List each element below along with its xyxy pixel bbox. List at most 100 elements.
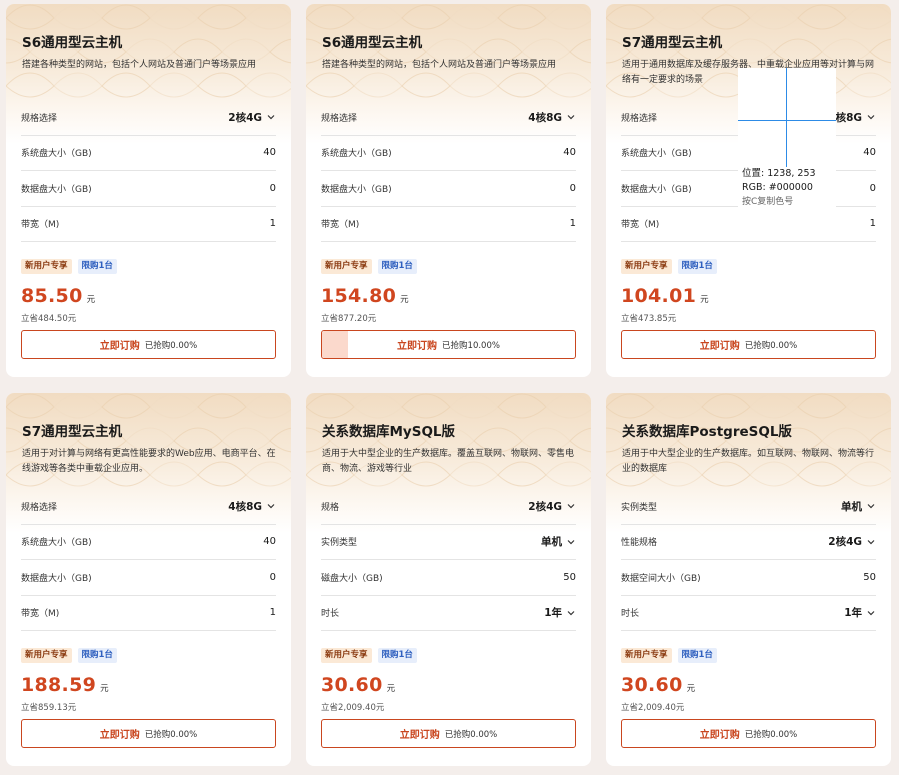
spec-label: 系统盘大小（GB) xyxy=(321,149,392,160)
spec-value-text: 40 xyxy=(263,147,276,159)
tag-group: 新用户专享 限购1台 xyxy=(621,259,717,274)
price: 154.80 元 xyxy=(321,285,409,307)
spec-select[interactable]: 单机 xyxy=(541,534,576,549)
product-card: 关系数据库PostgreSQL版 适用于中大型企业的生产数据库。如互联网、物联网… xyxy=(606,393,891,766)
spec-row[interactable]: 实例类型 单机 xyxy=(321,525,576,560)
price-value: 154.80 xyxy=(321,285,397,307)
spec-row[interactable]: 实例类型 单机 xyxy=(621,489,876,525)
spec-value: 0 xyxy=(270,572,276,583)
chevron-down-icon xyxy=(267,504,275,509)
spec-row[interactable]: 规格选择 4核8G xyxy=(321,100,576,136)
spec-row: 数据盘大小（GB) 0 xyxy=(321,171,576,207)
spec-list: 规格选择 4核8G 系统盘大小（GB) 40 数据盘大小（GB) 0 带宽（M)… xyxy=(21,489,276,631)
savings-text: 立省877.20元 xyxy=(321,314,377,324)
spec-select[interactable]: 2核4G xyxy=(828,534,876,549)
tag-group: 新用户专享 限购1台 xyxy=(21,648,117,663)
spec-select[interactable]: 2核4G xyxy=(228,110,276,125)
spec-value-text: 40 xyxy=(563,147,576,159)
chevron-down-icon xyxy=(867,610,875,616)
spec-value-text: 50 xyxy=(863,571,876,583)
new-user-tag: 新用户专享 xyxy=(621,259,672,274)
spec-row: 磁盘大小（GB) 50 xyxy=(321,560,576,596)
sold-percentage: 已抢购0.00% xyxy=(144,340,198,351)
spec-value: 1 xyxy=(570,218,576,229)
order-now-button[interactable]: 立即订购 已抢购0.00% xyxy=(621,719,876,748)
order-now-label: 立即订购 xyxy=(699,730,740,741)
spec-select[interactable]: 单机 xyxy=(841,499,876,514)
spec-value: 1 xyxy=(870,218,876,229)
spec-value-text: 40 xyxy=(263,536,276,548)
spec-value-text: 2核4G xyxy=(228,111,262,124)
purchase-limit-tag: 限购1台 xyxy=(377,648,417,663)
card-description: 搭建各种类型的网站，包括个人网站及普通门户等场景应用 xyxy=(22,60,257,70)
spec-select[interactable]: 4核8G xyxy=(528,110,576,125)
price-unit: 元 xyxy=(86,295,96,305)
spec-list: 规格选择 2核4G 系统盘大小（GB) 40 数据盘大小（GB) 0 带宽（M)… xyxy=(21,100,276,242)
spec-value-text: 4核8G xyxy=(228,500,262,513)
price-unit: 元 xyxy=(386,684,396,694)
sold-progress-fill xyxy=(322,331,348,358)
spec-row[interactable]: 规格 2核4G xyxy=(321,489,576,525)
spec-row: 数据空间大小（GB) 50 xyxy=(621,560,876,596)
card-description: 适用于对计算与网络有更高性能要求的Web应用、电商平台、在线游戏等各类中重载企业… xyxy=(22,449,276,474)
spec-row: 带宽（M) 1 xyxy=(21,596,276,631)
spec-value: 1 xyxy=(270,607,276,618)
order-now-button[interactable]: 立即订购 已抢购0.00% xyxy=(21,719,276,748)
spec-select[interactable]: 2核4G xyxy=(528,499,576,514)
savings-text: 立省484.50元 xyxy=(21,314,77,324)
spec-value-text: 单机 xyxy=(841,500,862,513)
spec-label: 带宽（M) xyxy=(21,609,60,620)
spec-select[interactable]: 1年 xyxy=(544,605,576,620)
order-now-label: 立即订购 xyxy=(397,341,438,352)
spec-value-text: 0 xyxy=(269,571,276,583)
card-description: 适用于大中型企业的生产数据库。覆盖互联网、物联网、零售电商、物流、游戏等行业 xyxy=(322,449,575,474)
spec-row: 系统盘大小（GB) 40 xyxy=(21,136,276,171)
spec-row[interactable]: 规格选择 2核4G xyxy=(21,100,276,136)
spec-row: 系统盘大小（GB) 40 xyxy=(21,525,276,560)
card-title: S7通用型云主机 xyxy=(22,424,123,440)
price: 188.59 元 xyxy=(21,674,109,696)
tag-group: 新用户专享 限购1台 xyxy=(21,259,117,274)
spec-value-text: 2核4G xyxy=(828,536,862,549)
sold-percentage: 已抢购10.00% xyxy=(442,340,500,351)
new-user-tag: 新用户专享 xyxy=(321,648,372,663)
spec-select[interactable]: 4核8G xyxy=(228,499,276,514)
picker-position: 位置: 1238, 253 xyxy=(742,168,816,179)
order-now-button[interactable]: 立即订购 已抢购0.00% xyxy=(321,719,576,748)
product-card: S6通用型云主机 搭建各种类型的网站，包括个人网站及普通门户等场景应用 规格选择… xyxy=(306,4,591,377)
spec-value: 50 xyxy=(563,572,576,583)
spec-value: 40 xyxy=(563,147,576,158)
spec-value-text: 1 xyxy=(869,218,876,230)
spec-value: 1 xyxy=(270,218,276,229)
spec-value: 0 xyxy=(870,183,876,194)
spec-select[interactable]: 1年 xyxy=(844,605,876,620)
spec-row[interactable]: 时长 1年 xyxy=(321,596,576,631)
spec-value-text: 0 xyxy=(269,182,276,194)
spec-row[interactable]: 时长 1年 xyxy=(621,596,876,631)
spec-value-text: 1年 xyxy=(844,607,862,620)
spec-row: 带宽（M) 1 xyxy=(21,207,276,242)
price: 30.60 元 xyxy=(621,674,695,696)
price-unit: 元 xyxy=(400,295,409,305)
spec-row[interactable]: 规格选择 4核8G xyxy=(21,489,276,525)
sold-percentage: 已抢购0.00% xyxy=(444,729,498,740)
purchase-limit-tag: 限购1台 xyxy=(77,259,117,274)
product-card: S7通用型云主机 适用于对计算与网络有更高性能要求的Web应用、电商平台、在线游… xyxy=(6,393,291,766)
chevron-down-icon xyxy=(567,504,575,509)
spec-value-text: 1 xyxy=(269,218,276,230)
chevron-down-icon xyxy=(567,610,575,616)
purchase-limit-tag: 限购1台 xyxy=(77,648,117,663)
order-now-label: 立即订购 xyxy=(699,341,740,352)
order-now-button[interactable]: 立即订购 已抢购0.00% xyxy=(21,330,276,359)
savings-text: 立省859.13元 xyxy=(21,703,77,713)
spec-row[interactable]: 性能规格 2核4G xyxy=(621,525,876,560)
order-now-button[interactable]: 立即订购 已抢购10.00% xyxy=(321,330,576,359)
order-now-button[interactable]: 立即订购 已抢购0.00% xyxy=(621,330,876,359)
savings-text: 立省473.85元 xyxy=(621,314,677,324)
spec-label: 实例类型 xyxy=(621,502,658,513)
purchase-limit-tag: 限购1台 xyxy=(377,259,417,274)
spec-label: 规格选择 xyxy=(621,113,658,124)
spec-value-text: 1 xyxy=(269,607,276,619)
savings-text: 立省2,009.40元 xyxy=(321,703,385,713)
spec-row: 系统盘大小（GB) 40 xyxy=(321,136,576,171)
